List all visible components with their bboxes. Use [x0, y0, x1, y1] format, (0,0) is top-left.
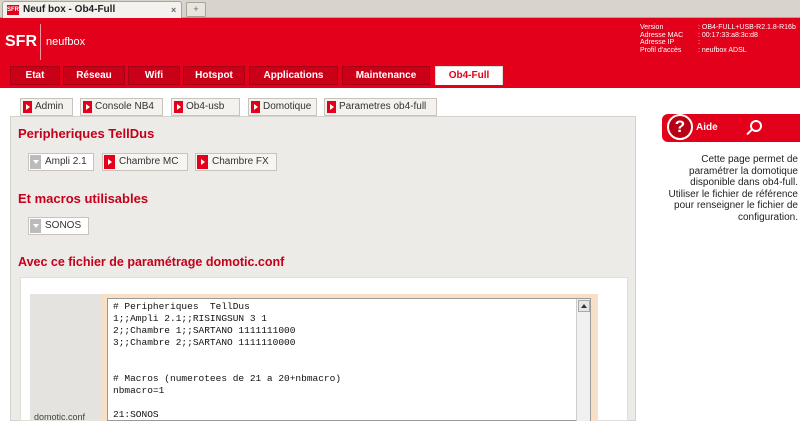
nav-ob4-full[interactable]: Ob4-Full: [435, 66, 503, 86]
aide-banner: ? Aide: [662, 114, 800, 142]
subtab-ob4-usb[interactable]: Ob4-usb: [171, 98, 240, 116]
arrow-right-icon: [197, 155, 208, 169]
question-mark-icon: ?: [667, 114, 693, 140]
subtab-label: Domotique: [263, 101, 312, 112]
browser-tab-title: Neuf box - Ob4-Full: [23, 4, 116, 15]
macros-title: Et macros utilisables: [18, 191, 149, 206]
new-tab-button[interactable]: +: [186, 2, 206, 17]
macro-tab-sonos[interactable]: SONOS: [28, 217, 89, 235]
config-textarea[interactable]: # Peripheriques TellDus 1;;Ampli 2.1;;RI…: [107, 298, 591, 421]
browser-tab[interactable]: SFR Neuf box - Ob4-Full ×: [2, 1, 182, 18]
subtab-label: Parametres ob4-full: [339, 101, 427, 112]
arrow-right-icon: [23, 101, 32, 113]
info-key: Adresse MAC: [640, 31, 684, 39]
browser-tab-bar: SFR Neuf box - Ob4-Full × +: [0, 0, 800, 18]
info-row-profile: Profil d'accès : neufbox ADSL: [640, 47, 796, 55]
aide-label: Aide: [696, 122, 718, 133]
subtab-label: Console NB4: [95, 101, 154, 112]
device-tab-chambre-fx[interactable]: Chambre FX: [195, 153, 277, 171]
magnifier-icon: [750, 120, 762, 132]
chevron-down-icon: [30, 219, 41, 233]
nav-etat[interactable]: Etat: [10, 66, 60, 85]
info-value: : 00:17:33:a8:3c:d8: [698, 31, 758, 39]
subtab-admin[interactable]: Admin: [20, 98, 73, 116]
config-title: Avec ce fichier de paramétrage domotic.c…: [18, 255, 285, 269]
nav-underline: [0, 85, 800, 88]
info-key: Adresse IP: [640, 39, 675, 46]
subtab-domotique[interactable]: Domotique: [248, 98, 317, 116]
sfr-logo[interactable]: SFR: [4, 26, 38, 58]
textarea-scrollbar[interactable]: [576, 299, 590, 421]
device-tab-chambre-mc[interactable]: Chambre MC: [102, 153, 188, 171]
nav-wifi[interactable]: Wifi: [128, 66, 180, 85]
info-value: :: [698, 39, 700, 46]
info-key: Profil d'accès: [640, 46, 682, 54]
macro-label: SONOS: [45, 220, 82, 231]
arrow-right-icon: [104, 155, 115, 169]
logo-divider: [40, 24, 41, 60]
info-value: : neufbox ADSL: [698, 46, 747, 54]
info-row-version: Version : OB4-FULL+USB-R2.1.8-R16b: [640, 24, 796, 32]
info-key: Version: [640, 24, 664, 31]
main-nav: Etat Réseau Wifi Hotspot Applications Ma…: [0, 64, 800, 86]
arrow-right-icon: [174, 101, 183, 113]
nav-reseau[interactable]: Réseau: [63, 66, 125, 85]
info-row-ip: Adresse IP :: [640, 39, 796, 47]
device-label: Chambre FX: [212, 156, 269, 167]
subtab-parametres-ob4-full[interactable]: Parametres ob4-full: [324, 98, 437, 116]
info-value: : OB4-FULL+USB-R2.1.8-R16b: [698, 24, 796, 31]
scroll-up-arrow-icon[interactable]: [578, 300, 590, 312]
subtab-label: Admin: [35, 101, 64, 112]
arrow-right-icon: [83, 101, 92, 113]
header: SFR neufbox Version : OB4-FULL+USB-R2.1.…: [0, 18, 800, 64]
device-label: Chambre MC: [119, 156, 179, 167]
subtab-console-nb4[interactable]: Console NB4: [80, 98, 163, 116]
info-row-mac: Adresse MAC : 00:17:33:a8:3c:d8: [640, 32, 796, 40]
device-info: Version : OB4-FULL+USB-R2.1.8-R16b Adres…: [640, 24, 796, 54]
close-tab-icon[interactable]: ×: [171, 6, 180, 15]
sfr-favicon-icon: SFR: [7, 5, 19, 15]
brand-name: neufbox: [46, 36, 86, 48]
help-text: Cette page permet de paramétrer la domot…: [668, 154, 799, 223]
arrow-right-icon: [327, 101, 336, 113]
nav-applications[interactable]: Applications: [249, 66, 338, 85]
arrow-right-icon: [251, 101, 260, 113]
nav-hotspot[interactable]: Hotspot: [183, 66, 245, 85]
device-tab-ampli[interactable]: Ampli 2.1: [28, 153, 94, 171]
peripheriques-title: Peripheriques TellDus: [18, 126, 155, 141]
device-label: Ampli 2.1: [45, 156, 87, 167]
nav-maintenance[interactable]: Maintenance: [342, 66, 430, 85]
chevron-down-icon: [30, 155, 41, 169]
config-gutter: [30, 294, 102, 421]
subtab-label: Ob4-usb: [186, 101, 225, 112]
